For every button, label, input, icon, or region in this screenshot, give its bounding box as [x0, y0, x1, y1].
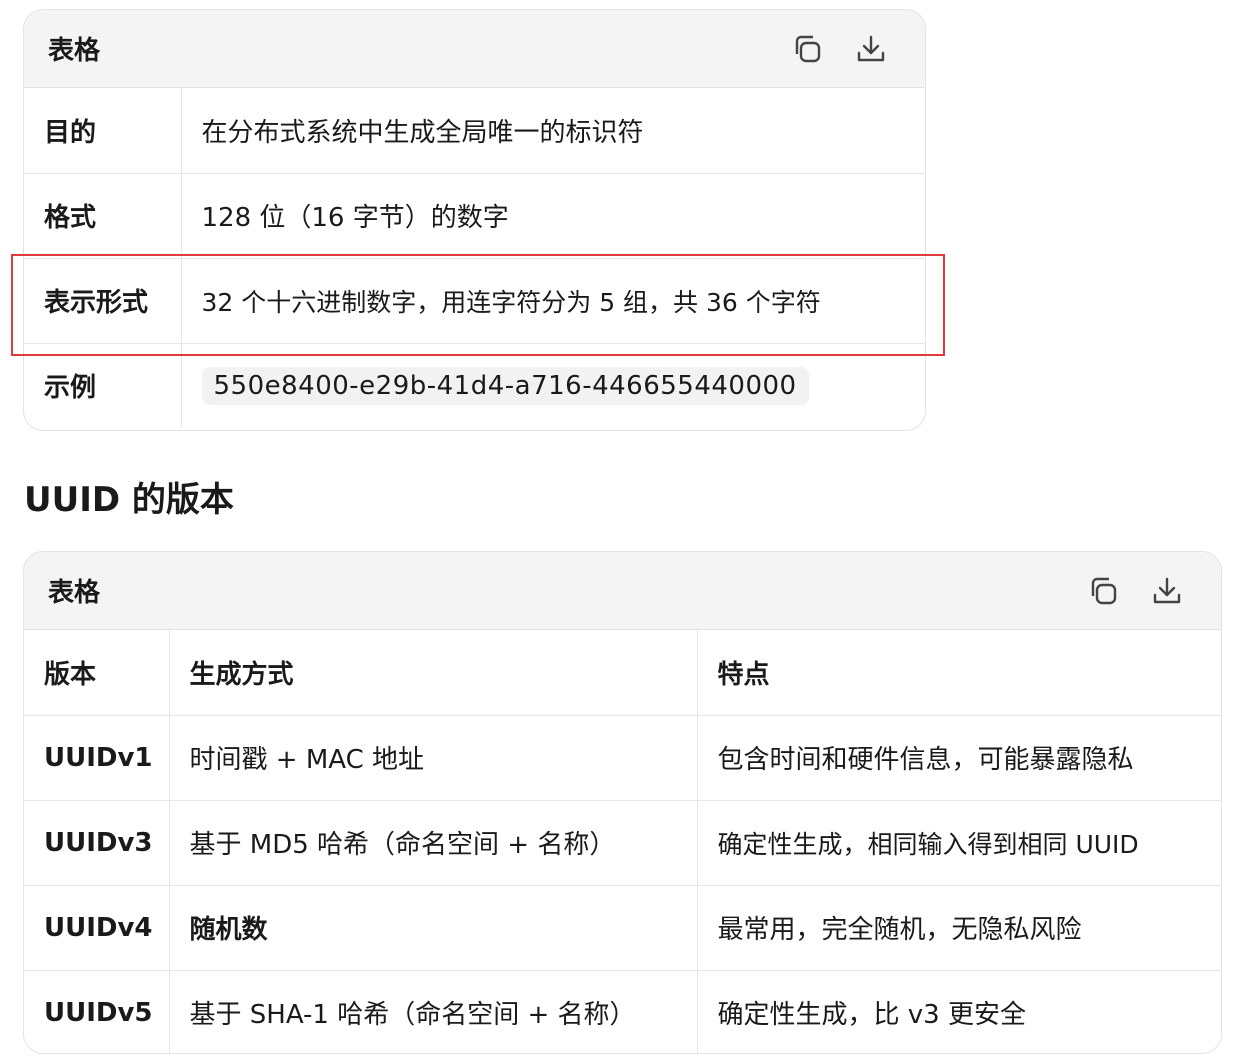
row-value: 32 个十六进制数字，用连字符分为 5 组，共 36 个字符 [180, 258, 925, 344]
column-header: 生成方式 [168, 630, 697, 716]
feature-cell: 最常用，完全随机，无隐私风险 [696, 885, 1221, 971]
method-cell: 随机数 [168, 885, 697, 971]
method-cell: 基于 MD5 哈希（命名空间 + 名称） [168, 800, 697, 886]
column-header: 版本 [24, 630, 169, 716]
row-key: 格式 [24, 173, 181, 259]
feature-cell: 包含时间和硬件信息，可能暴露隐私 [696, 715, 1221, 801]
version-cell: UUIDv4 [24, 885, 169, 971]
info-table: 目的 在分布式系统中生成全局唯一的标识符 格式 128 位（16 字节）的数字 … [24, 88, 925, 428]
row-key: 表示形式 [24, 258, 181, 344]
table-row: 目的 在分布式系统中生成全局唯一的标识符 [24, 88, 925, 174]
table-header-row: 版本 生成方式 特点 [24, 630, 1221, 716]
table-row: 表示形式 32 个十六进制数字，用连字符分为 5 组，共 36 个字符 [24, 258, 925, 344]
uuid-example-code: 550e8400-e29b-41d4-a716-446655440000 [201, 366, 809, 405]
download-icon [857, 35, 885, 62]
row-value: 128 位（16 字节）的数字 [180, 173, 925, 259]
table-row: 格式 128 位（16 字节）的数字 [24, 173, 925, 259]
download-icon [1153, 577, 1181, 604]
table-title: 表格 [48, 36, 101, 66]
feature-cell: 确定性生成，相同输入得到相同 UUID [696, 800, 1221, 886]
download-button[interactable] [854, 32, 888, 66]
table-row: UUIDv5 基于 SHA-1 哈希（命名空间 + 名称） 确定性生成，比 v3… [24, 970, 1221, 1053]
table-row: UUIDv1 时间戳 + MAC 地址 包含时间和硬件信息，可能暴露隐私 [24, 715, 1221, 801]
table-row: UUIDv3 基于 MD5 哈希（命名空间 + 名称） 确定性生成，相同输入得到… [24, 800, 1221, 886]
version-cell: UUIDv5 [44, 997, 153, 1028]
table-card-2: 表格 版本 生成方式 特点 UUIDv1 时间戳 + MAC 地址 包含时间和硬… [23, 551, 1222, 1054]
table-title: 表格 [48, 578, 101, 608]
copy-button[interactable] [790, 32, 824, 66]
method-cell: 时间戳 + MAC 地址 [168, 715, 697, 801]
row-value: 在分布式系统中生成全局唯一的标识符 [180, 88, 925, 174]
column-header: 特点 [696, 630, 1221, 716]
row-key: 示例 [44, 373, 97, 404]
table-card-1: 表格 目的 在分布式系统中生成全局唯一的标识符 格式 128 位（16 字节）的… [23, 9, 926, 431]
section-heading: UUID 的版本 [24, 480, 234, 520]
version-cell: UUIDv3 [24, 800, 169, 886]
copy-button[interactable] [1086, 574, 1120, 608]
copy-icon [1091, 577, 1117, 605]
row-key: 目的 [24, 88, 181, 174]
copy-icon [795, 35, 821, 63]
table-header: 表格 [24, 552, 1221, 630]
version-cell: UUIDv1 [24, 715, 169, 801]
versions-table: 版本 生成方式 特点 UUIDv1 时间戳 + MAC 地址 包含时间和硬件信息… [24, 630, 1221, 1053]
download-button[interactable] [1150, 574, 1184, 608]
table-header: 表格 [24, 10, 925, 88]
method-cell: 基于 SHA-1 哈希（命名空间 + 名称） [168, 970, 697, 1053]
feature-cell: 确定性生成，比 v3 更安全 [696, 970, 1221, 1053]
table-row: UUIDv4 随机数 最常用，完全随机，无隐私风险 [24, 885, 1221, 971]
table-row: 示例 550e8400-e29b-41d4-a716-446655440000 [24, 343, 925, 428]
row-value: 550e8400-e29b-41d4-a716-446655440000 [180, 343, 925, 428]
